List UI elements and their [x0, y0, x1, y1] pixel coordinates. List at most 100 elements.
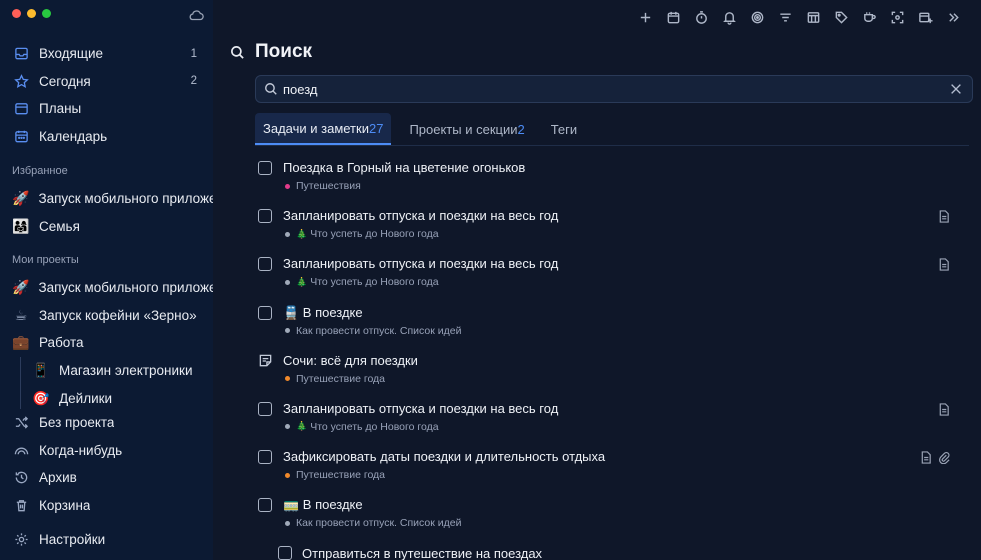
task-checkbox[interactable]	[278, 546, 292, 560]
project-emoji-icon: 🎄	[296, 276, 308, 287]
list-item[interactable]: Запланировать отпуска и поездки на весь …	[258, 204, 968, 252]
cloud-sync-icon[interactable]	[188, 8, 204, 22]
task-checkbox[interactable]	[258, 498, 272, 513]
project-item-0[interactable]: 🚀 Запуск мобильного приложения	[0, 274, 213, 302]
project-item-2[interactable]: 💼 Работа	[0, 329, 213, 357]
board-button[interactable]	[803, 7, 823, 27]
project-color-dot	[285, 183, 290, 189]
task-checkbox[interactable]	[258, 209, 272, 224]
task-checkbox[interactable]	[258, 161, 272, 175]
project-emoji-icon: 👨‍👩‍👧	[12, 217, 30, 234]
reminders-button[interactable]	[719, 7, 739, 27]
project-name: Что успеть до Нового года	[310, 276, 439, 289]
task-checkbox[interactable]	[258, 305, 272, 320]
list-item[interactable]: Сочи: всё для поездки Путешествие года	[258, 349, 968, 397]
sidebar-item-label: Дейлики	[59, 390, 113, 406]
nav-settings: Настройки	[0, 526, 213, 554]
search-input[interactable]	[283, 81, 923, 97]
sidebar-item-label: Без проекта	[39, 415, 115, 431]
project-name: Что успеть до Нового года	[310, 420, 439, 433]
project-color-dot	[285, 520, 290, 526]
task-title: Зафиксировать даты поездки и длительност…	[283, 449, 606, 465]
subproject-item-0[interactable]: 📱 Магазин электроники	[0, 357, 213, 385]
project-item-1[interactable]: ☕ Запуск кофейни «Зерно»	[0, 302, 213, 330]
project-color-dot	[285, 472, 290, 478]
sidebar-item-3[interactable]: Календарь	[0, 123, 213, 151]
task-project: Путешествие года	[285, 469, 385, 481]
list-item[interactable]: 🚃 В поездке Как провести отпуск. Список и…	[258, 493, 968, 541]
close-window-button[interactable]	[12, 9, 21, 18]
scan-icon	[891, 11, 903, 23]
task-project: 🎄 Что успеть до Нового года	[285, 276, 439, 288]
list-item[interactable]: Зафиксировать даты поездки и длительност…	[258, 445, 968, 493]
results-list: Поездка в Горный на цветение огоньков Пут…	[258, 156, 968, 542]
board-icon	[807, 11, 819, 23]
task-checkbox[interactable]	[258, 401, 272, 416]
add-button[interactable]	[635, 7, 655, 27]
target-icon	[751, 11, 763, 23]
tab-count: 27	[368, 120, 384, 136]
task-checkbox[interactable]	[258, 257, 272, 272]
task-project: Как провести отпуск. Список идей	[285, 517, 461, 529]
maximize-window-button[interactable]	[42, 9, 51, 18]
inbox-icon	[12, 45, 30, 63]
task-title: Запланировать отпуска и поездки на весь …	[283, 256, 559, 272]
star-icon	[12, 72, 30, 90]
filter-button[interactable]	[775, 7, 795, 27]
tab-1[interactable]: Проекты и секции 2	[401, 113, 532, 145]
task-title: 🚃 В поездке	[283, 497, 363, 513]
list-item[interactable]: Поездка в Горный на цветение огоньков Пут…	[258, 156, 968, 204]
timer-button[interactable]	[691, 7, 711, 27]
task-indicators	[938, 403, 950, 416]
note-attachment-icon	[921, 451, 931, 464]
capture-button[interactable]	[887, 7, 907, 27]
project-emoji-icon: 📱	[32, 362, 50, 379]
favorite-item-1[interactable]: 👨‍👩‍👧 Семья	[0, 213, 213, 241]
sidebar-item-label: Магазин электроники	[59, 363, 193, 379]
tab-2[interactable]: Теги	[543, 113, 585, 145]
main-panel: Поиск Задачи и заметки27 Проекты и секции…	[213, 0, 981, 560]
nav-system: Без проекта Когда-нибудь Архив Корзина	[0, 409, 213, 519]
list-item[interactable]: Запланировать отпуска и поездки на весь …	[258, 252, 968, 300]
subproject-item-1[interactable]: 🎯 Дейлики	[0, 385, 213, 413]
list-item[interactable]: 🚆 В поездке Как провести отпуск. Список и…	[258, 301, 968, 349]
list-item[interactable]: Запланировать отпуска и поездки на весь …	[258, 397, 968, 445]
tab-label: Проекты и секции	[409, 121, 518, 137]
clear-search-icon[interactable]	[949, 82, 963, 96]
sidebar-system-item-0[interactable]: Без проекта	[0, 409, 213, 437]
sidebar-item-settings[interactable]: Настройки	[0, 526, 213, 554]
sidebar-system-item-3[interactable]: Корзина	[0, 492, 213, 520]
sidebar-system-item-1[interactable]: Когда-нибудь	[0, 437, 213, 465]
project-color-dot	[285, 424, 290, 430]
task-checkbox[interactable]	[258, 450, 272, 465]
sidebar-item-label: Когда-нибудь	[39, 442, 123, 458]
calendar-button[interactable]	[663, 7, 683, 27]
task-project: 🎄 Что успеть до Нового года	[285, 228, 439, 240]
sidebar-item-label: Входящие	[39, 46, 104, 62]
chevrons-right-icon	[948, 12, 959, 22]
tags-button[interactable]	[831, 7, 851, 27]
sidebar-item-label: Планы	[39, 101, 82, 117]
add-calendar-button[interactable]	[915, 7, 935, 27]
sidebar-item-1[interactable]: Сегодня 2	[0, 68, 213, 96]
expand-button[interactable]	[943, 7, 963, 27]
project-emoji-icon: ☕	[14, 306, 28, 323]
sidebar-item-2[interactable]: Планы	[0, 95, 213, 123]
task-title: 🚆 В поездке	[283, 304, 363, 320]
note-attachment-icon	[939, 403, 949, 416]
sidebar-system-item-2[interactable]: Архив	[0, 464, 213, 492]
sidebar-item-label: Работа	[39, 335, 84, 351]
tab-0[interactable]: Задачи и заметки 27	[255, 113, 392, 145]
task-title: Отправиться в путешествие на поездах	[302, 546, 543, 560]
search-field[interactable]	[255, 75, 973, 103]
favorite-item-0[interactable]: 🚀 Запуск мобильного приложения	[0, 185, 213, 213]
sidebar-item-label: Сегодня	[39, 73, 91, 89]
focus-button[interactable]	[747, 7, 767, 27]
habits-button[interactable]	[859, 7, 879, 27]
sidebar-item-0[interactable]: Входящие 1	[0, 40, 213, 68]
toolbar	[635, 7, 963, 27]
calendar-icon	[12, 127, 30, 145]
tab-label: Теги	[550, 121, 578, 137]
minimize-window-button[interactable]	[27, 9, 36, 18]
sidebar-item-label: Календарь	[39, 128, 108, 144]
